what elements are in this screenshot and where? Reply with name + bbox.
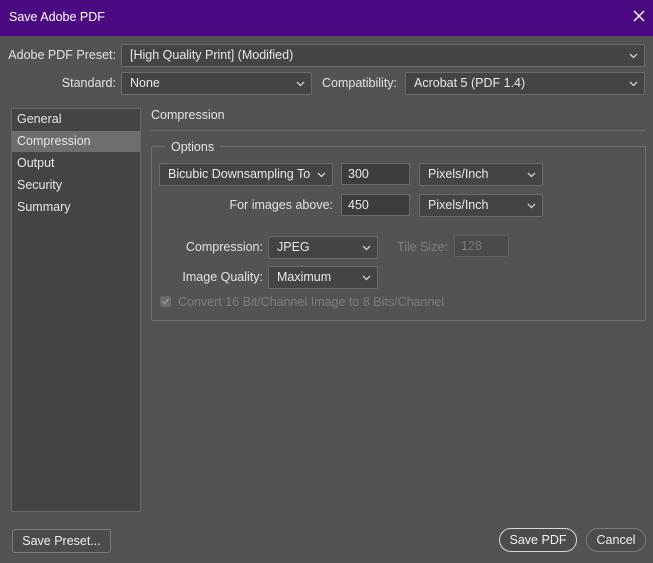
downsample-unit-select[interactable]: Pixels/Inch xyxy=(419,163,543,186)
standard-label: Standard: xyxy=(61,76,116,90)
chevron-down-icon xyxy=(629,53,638,59)
image-quality-label: Image Quality: xyxy=(182,270,263,284)
image-quality-value: Maximum xyxy=(277,270,332,284)
image-quality-select[interactable]: Maximum xyxy=(268,266,378,289)
compatibility-label: Compatibility: xyxy=(322,76,398,90)
tile-size-label: Tile Size: xyxy=(397,240,448,254)
compatibility-value: Acrobat 5 (PDF 1.4) xyxy=(414,76,526,90)
sidebar-item-output[interactable]: Output xyxy=(12,153,140,174)
sidebar-item-label: Compression xyxy=(17,134,91,148)
images-above-unit-value: Pixels/Inch xyxy=(428,198,489,212)
downsampling-value: Bicubic Downsampling To xyxy=(168,167,311,181)
chevron-down-icon xyxy=(362,245,371,251)
compatibility-select[interactable]: Acrobat 5 (PDF 1.4) xyxy=(405,72,645,95)
tile-size-input: 128 xyxy=(454,235,509,257)
save-preset-button[interactable]: Save Preset... xyxy=(12,529,111,553)
title-bar: Save Adobe PDF xyxy=(0,0,653,36)
images-above-label: For images above: xyxy=(229,198,333,212)
chevron-down-icon xyxy=(296,81,305,87)
sidebar-item-label: General xyxy=(17,112,62,126)
preset-select[interactable]: [High Quality Print] (Modified) xyxy=(121,44,645,67)
standard-select[interactable]: None xyxy=(121,72,312,95)
sidebar-item-label: Security xyxy=(17,178,63,192)
chevron-down-icon xyxy=(527,203,536,209)
cancel-button[interactable]: Cancel xyxy=(586,528,646,552)
compression-select[interactable]: JPEG xyxy=(268,236,378,259)
chevron-down-icon xyxy=(527,172,536,178)
compression-value: JPEG xyxy=(277,240,310,254)
convert-16bit-checkbox xyxy=(160,296,171,307)
sidebar-item-summary[interactable]: Summary xyxy=(12,197,140,218)
window-title: Save Adobe PDF xyxy=(9,10,105,24)
downsample-unit-value: Pixels/Inch xyxy=(428,167,489,181)
convert-16bit-label: Convert 16 Bit/Channel Image to 8 Bits/C… xyxy=(178,295,445,309)
compression-label: Compression: xyxy=(185,240,263,254)
chevron-down-icon xyxy=(317,172,326,178)
sidebar: General Compression Output Security Summ… xyxy=(11,108,141,512)
checkmark-icon xyxy=(162,298,170,305)
images-above-unit-select[interactable]: Pixels/Inch xyxy=(419,194,543,217)
images-above-ppi-input[interactable]: 450 xyxy=(341,194,410,216)
panel-divider xyxy=(151,130,646,131)
downsampling-select[interactable]: Bicubic Downsampling To xyxy=(159,163,333,186)
chevron-down-icon xyxy=(362,275,371,281)
preset-value: [High Quality Print] (Modified) xyxy=(130,48,294,62)
standard-value: None xyxy=(130,76,160,90)
sidebar-item-general[interactable]: General xyxy=(12,109,140,130)
chevron-down-icon xyxy=(629,81,638,87)
save-pdf-button[interactable]: Save PDF xyxy=(499,528,577,552)
downsample-ppi-input[interactable]: 300 xyxy=(341,163,410,185)
sidebar-item-security[interactable]: Security xyxy=(12,175,140,196)
sidebar-item-compression[interactable]: Compression xyxy=(12,131,140,152)
sidebar-item-label: Output xyxy=(17,156,55,170)
preset-label: Adobe PDF Preset: xyxy=(8,48,116,62)
close-icon[interactable] xyxy=(631,8,647,24)
options-legend: Options xyxy=(165,140,221,154)
sidebar-item-label: Summary xyxy=(17,200,71,214)
panel-title: Compression xyxy=(151,108,225,122)
